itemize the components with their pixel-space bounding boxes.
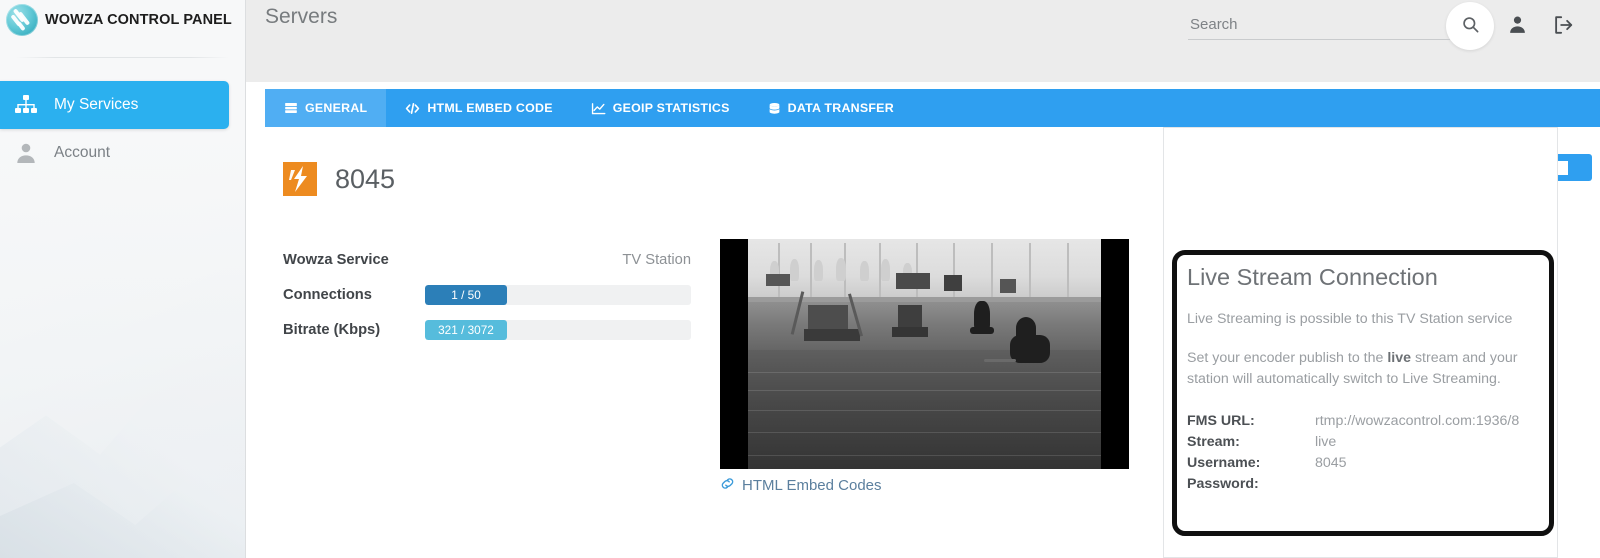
sidebar-item-my-services[interactable]: My Services [0,81,229,129]
search-field-wrapper [1188,12,1450,40]
database-icon [768,101,781,116]
sidebar-background-image [0,128,245,558]
account-button[interactable] [1494,3,1540,49]
video-frame [748,239,1101,469]
sidebar-divider [16,57,229,58]
html-embed-codes-link[interactable]: HTML Embed Codes [720,476,882,495]
detail-label: Connections [283,286,372,303]
topbar-actions [1188,0,1600,50]
field-value: rtmp://wowzacontrol.com:1936/8 [1315,412,1520,429]
video-player-section: HTML Embed Codes [720,239,1129,496]
code-icon [405,101,420,116]
paragraph-2-pre: Set your encoder publish to the [1187,350,1388,367]
wowza-control-panel-app: WOWZA CONTROL PANEL My Services Account … [0,0,1600,558]
field-key: Stream: [1187,433,1240,450]
detail-value: TV Station [622,251,691,268]
chart-line-icon [591,101,606,116]
tab-geoip-statistics[interactable]: GEOIP STATISTICS [572,89,749,127]
detail-label: Wowza Service [283,251,389,268]
tab-content-general: 8045 Service Online [265,127,1600,558]
user-icon [1507,14,1528,38]
link-icon [720,476,735,495]
html-embed-codes-label: HTML Embed Codes [742,477,882,494]
service-details: Wowza Service TV Station Connections 1 /… [283,242,693,347]
tab-label: DATA TRANSFER [787,101,894,115]
video-player[interactable] [720,239,1129,469]
tab-general[interactable]: GENERAL [265,89,387,127]
brand[interactable]: WOWZA CONTROL PANEL [0,0,245,40]
sidebar-item-account[interactable]: Account [0,129,245,177]
field-value: 8045 [1315,454,1347,471]
tab-data-transfer[interactable]: DATA TRANSFER [749,89,913,127]
video-track-area [748,350,1101,469]
logout-icon [1552,14,1574,39]
sidebar: WOWZA CONTROL PANEL My Services Account [0,0,246,558]
live-stream-title: Live Stream Connection [1187,264,1438,290]
tab-label: HTML EMBED CODE [427,101,553,115]
search-button[interactable] [1446,2,1494,50]
field-value: live [1315,433,1337,450]
page-title: Servers [265,5,338,28]
bitrate-progress-bar: 321 / 3072 [425,319,691,340]
field-key: Password: [1187,475,1259,492]
tab-html-embed-code[interactable]: HTML EMBED CODE [386,89,571,127]
connection-details-table: FMS URL: rtmp://wowzacontrol.com:1936/8 … [1187,411,1547,495]
tab-bar: GENERAL HTML EMBED CODE GEOIP STATISTICS… [265,89,1600,127]
logout-button[interactable] [1540,3,1586,49]
service-header: 8045 [283,162,395,196]
sitemap-icon [14,93,38,117]
detail-row-connections: Connections 1 / 50 [283,277,693,312]
main-area: Servers Search GENERAL HTML EMBED CODE G… [246,0,1600,558]
connection-row-username: Username: 8045 [1187,453,1547,474]
tab-label: GENERAL [305,101,368,115]
sidebar-item-label: My Services [54,96,139,114]
live-stream-paragraph-1: Live Streaming is possible to this TV St… [1187,310,1513,327]
sidebar-nav: My Services Account [0,81,245,177]
live-stream-connection-content: Live Stream Connection Live Streaming is… [1187,264,1547,495]
paragraph-2-bold: live [1387,350,1412,367]
brand-name: WOWZA CONTROL PANEL [45,12,232,28]
field-key: FMS URL: [1187,412,1255,429]
field-key: Username: [1187,454,1261,471]
sidebar-item-label: Account [54,144,111,162]
search-icon [1461,15,1480,37]
topbar: Servers [246,0,1600,82]
connection-row-stream: Stream: live [1187,432,1547,453]
detail-row-bitrate: Bitrate (Kbps) 321 / 3072 [283,312,693,347]
server-list-icon [284,101,298,115]
live-stream-paragraph-2: Set your encoder publish to the live str… [1187,348,1547,391]
connection-row-fms-url: FMS URL: rtmp://wowzacontrol.com:1936/8 [1187,411,1547,432]
detail-row-wowza-service: Wowza Service TV Station [283,242,693,277]
service-name: 8045 [335,163,396,194]
connection-row-password: Password: [1187,474,1547,495]
search-input[interactable] [1188,12,1450,40]
tab-label: GEOIP STATISTICS [612,101,730,115]
wowza-logo-icon [6,4,38,36]
progress-fill-label: 321 / 3072 [425,319,507,340]
progress-fill-label: 1 / 50 [425,284,507,305]
user-icon [14,141,38,165]
detail-label: Bitrate (Kbps) [283,321,381,338]
connections-progress-bar: 1 / 50 [425,284,691,305]
wowza-service-icon [283,162,317,196]
